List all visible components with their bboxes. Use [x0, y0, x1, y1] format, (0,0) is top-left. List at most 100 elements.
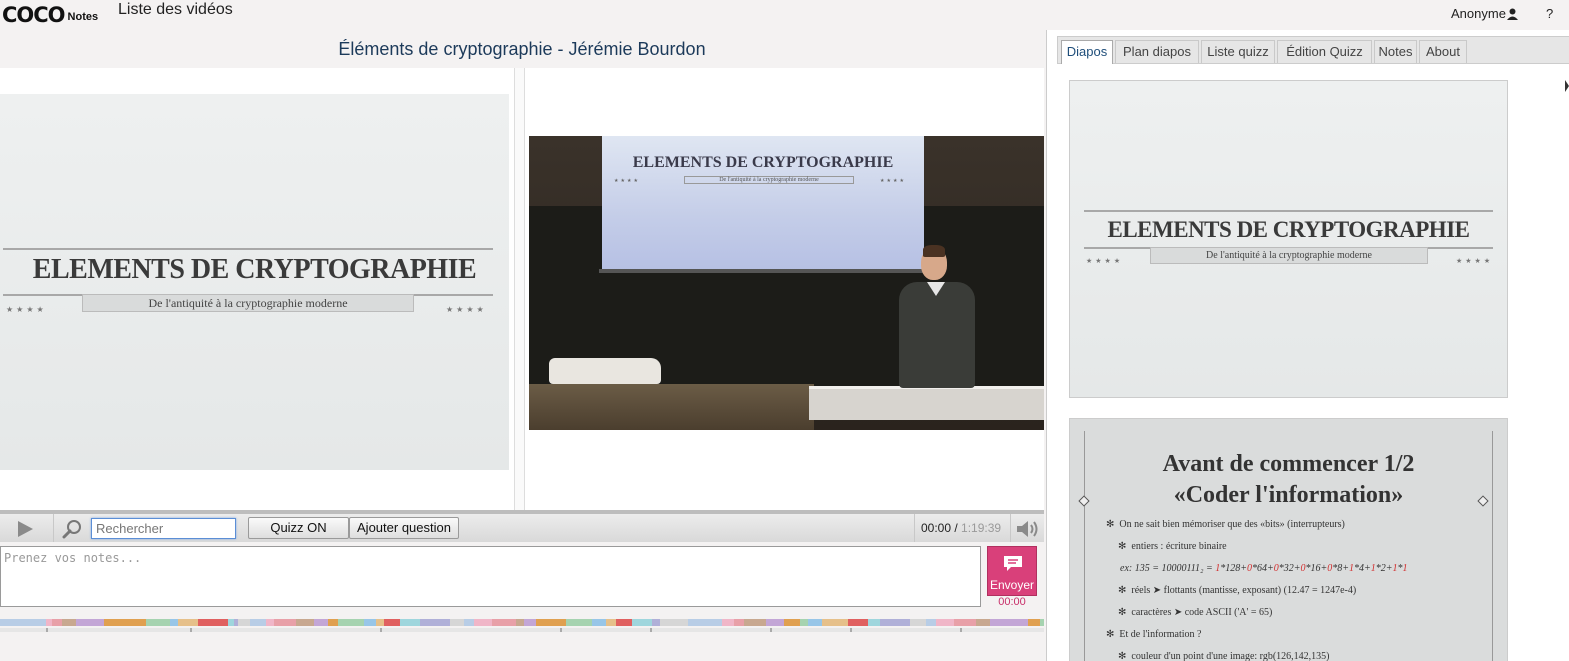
slide-thumbnail[interactable]: ELEMENTS DE CRYPTOGRAPHIE De l'antiquité… [1069, 80, 1508, 398]
timeline-segment[interactable] [328, 619, 338, 626]
timeline-marker[interactable] [46, 628, 48, 632]
slide-thumbnail[interactable]: Avant de commencer 1/2 «Coder l'informat… [1069, 418, 1508, 661]
timeline-segment[interactable] [364, 619, 376, 626]
timeline-segment[interactable] [536, 619, 566, 626]
timeline-segment[interactable] [616, 619, 632, 626]
timeline-segment[interactable] [910, 619, 926, 626]
timeline-segment[interactable] [314, 619, 328, 626]
timeline-segment[interactable] [250, 619, 266, 626]
timeline-segment[interactable] [766, 619, 784, 626]
tab-diapos[interactable]: Diapos [1061, 40, 1113, 64]
timeline-segment[interactable] [384, 619, 400, 626]
video-stage: ELEMENTS DE CRYPTOGRAPHIE De l'antiquité… [0, 68, 1044, 510]
search-input[interactable] [91, 518, 236, 539]
timeline-segment[interactable] [632, 619, 652, 626]
time-display: 00:00 / 1:19:39 [914, 514, 1010, 542]
timeline-segment[interactable] [274, 619, 296, 626]
timeline-segment[interactable] [722, 619, 734, 626]
timeline-segment[interactable] [492, 619, 516, 626]
tab-edition-quizz[interactable]: Édition Quizz [1277, 40, 1372, 63]
timeline-segment[interactable] [238, 619, 250, 626]
search-icon[interactable] [62, 519, 82, 539]
video-player[interactable]: ELEMENTS DE CRYPTOGRAPHIE De l'antiquité… [529, 136, 1044, 430]
timeline-slides-strip[interactable] [0, 619, 1044, 626]
timeline-segment[interactable] [734, 619, 744, 626]
timeline-segment[interactable] [936, 619, 954, 626]
panel-resize-handle[interactable] [514, 68, 525, 510]
timeline-segment[interactable] [800, 619, 808, 626]
speaker-icon [1017, 521, 1038, 537]
tab-notes[interactable]: Notes [1374, 40, 1417, 63]
timeline-segment[interactable] [52, 619, 62, 626]
timeline-segment[interactable] [338, 619, 364, 626]
timeline-marker[interactable] [380, 628, 382, 632]
timeline-segment[interactable] [464, 619, 474, 626]
timeline-segment[interactable] [450, 619, 464, 626]
thumb2-bullet: ✻ couleur d'un point d'une image: rgb(12… [1118, 651, 1330, 661]
timeline-segment[interactable] [744, 619, 766, 626]
volume-button[interactable] [1010, 514, 1044, 542]
timeline-segment[interactable] [592, 619, 606, 626]
timeline-segment[interactable] [296, 619, 314, 626]
video-bench [809, 386, 1044, 420]
timeline-segment[interactable] [76, 619, 104, 626]
help-link[interactable]: ? [1546, 6, 1553, 21]
timeline-segment[interactable] [146, 619, 170, 626]
quiz-toggle-button[interactable]: Quizz ON [248, 517, 349, 539]
timeline-segment[interactable] [178, 619, 198, 626]
tab-plan-diapos[interactable]: Plan diapos [1115, 40, 1199, 63]
timeline-marker[interactable] [560, 628, 562, 632]
timeline-segment[interactable] [376, 619, 384, 626]
timeline-segment[interactable] [516, 619, 524, 626]
timeline-segment[interactable] [848, 619, 868, 626]
tab-liste-quizz[interactable]: Liste quizz [1201, 40, 1275, 63]
timeline-segment[interactable] [400, 619, 420, 626]
timeline-segment[interactable] [62, 619, 76, 626]
timeline-notes-strip[interactable] [0, 628, 1044, 632]
tab-about[interactable]: About [1419, 40, 1467, 63]
coco-notes-logo[interactable]: COCO Notes [2, 0, 98, 26]
timeline-segment[interactable] [566, 619, 592, 626]
timeline-segment[interactable] [524, 619, 536, 626]
timeline-marker[interactable] [960, 628, 962, 632]
timeline-segment[interactable] [660, 619, 688, 626]
timeline-segment[interactable] [266, 619, 274, 626]
thumb2-bullet: ✻ réels ➤ flottants (mantisse, exposant)… [1118, 585, 1357, 596]
timeline-segment[interactable] [0, 619, 46, 626]
timeline-segment[interactable] [822, 619, 848, 626]
video-projection-screen: ELEMENTS DE CRYPTOGRAPHIE De l'antiquité… [602, 136, 924, 271]
send-note-button[interactable]: Envoyer [987, 546, 1037, 596]
add-question-button[interactable]: Ajouter question [349, 517, 459, 539]
timeline-segment[interactable] [868, 619, 880, 626]
timeline-segment[interactable] [926, 619, 936, 626]
timeline-segment[interactable] [1028, 619, 1040, 626]
thumb2-title-line2: «Coder l'information» [1173, 482, 1404, 508]
notes-textarea[interactable] [0, 546, 981, 607]
play-button[interactable] [0, 514, 54, 542]
nav-video-list-link[interactable]: Liste des vidéos [118, 1, 233, 19]
timeline-segment[interactable] [808, 619, 822, 626]
timeline-segment[interactable] [652, 619, 660, 626]
timeline-segment[interactable] [990, 619, 1028, 626]
timeline-segment[interactable] [420, 619, 450, 626]
timeline-segment[interactable] [104, 619, 146, 626]
example-part: + [1240, 563, 1247, 574]
timeline-segment[interactable] [688, 619, 722, 626]
timeline-segment[interactable] [880, 619, 910, 626]
timeline-segment[interactable] [784, 619, 800, 626]
timeline-marker[interactable] [650, 628, 652, 632]
timeline[interactable] [0, 617, 1044, 633]
timeline-segment[interactable] [954, 619, 976, 626]
timeline-segment[interactable] [474, 619, 492, 626]
timeline-marker[interactable] [850, 628, 852, 632]
slide-title: ELEMENTS DE CRYPTOGRAPHIE [32, 254, 477, 285]
timeline-marker[interactable] [770, 628, 772, 632]
time-separator: / [951, 521, 962, 535]
user-menu[interactable]: Anonyme [1451, 6, 1518, 21]
timeline-marker[interactable] [190, 628, 192, 632]
timeline-segment[interactable] [1040, 619, 1044, 626]
timeline-segment[interactable] [606, 619, 616, 626]
timeline-segment[interactable] [976, 619, 990, 626]
timeline-segment[interactable] [198, 619, 228, 626]
timeline-segment[interactable] [170, 619, 178, 626]
